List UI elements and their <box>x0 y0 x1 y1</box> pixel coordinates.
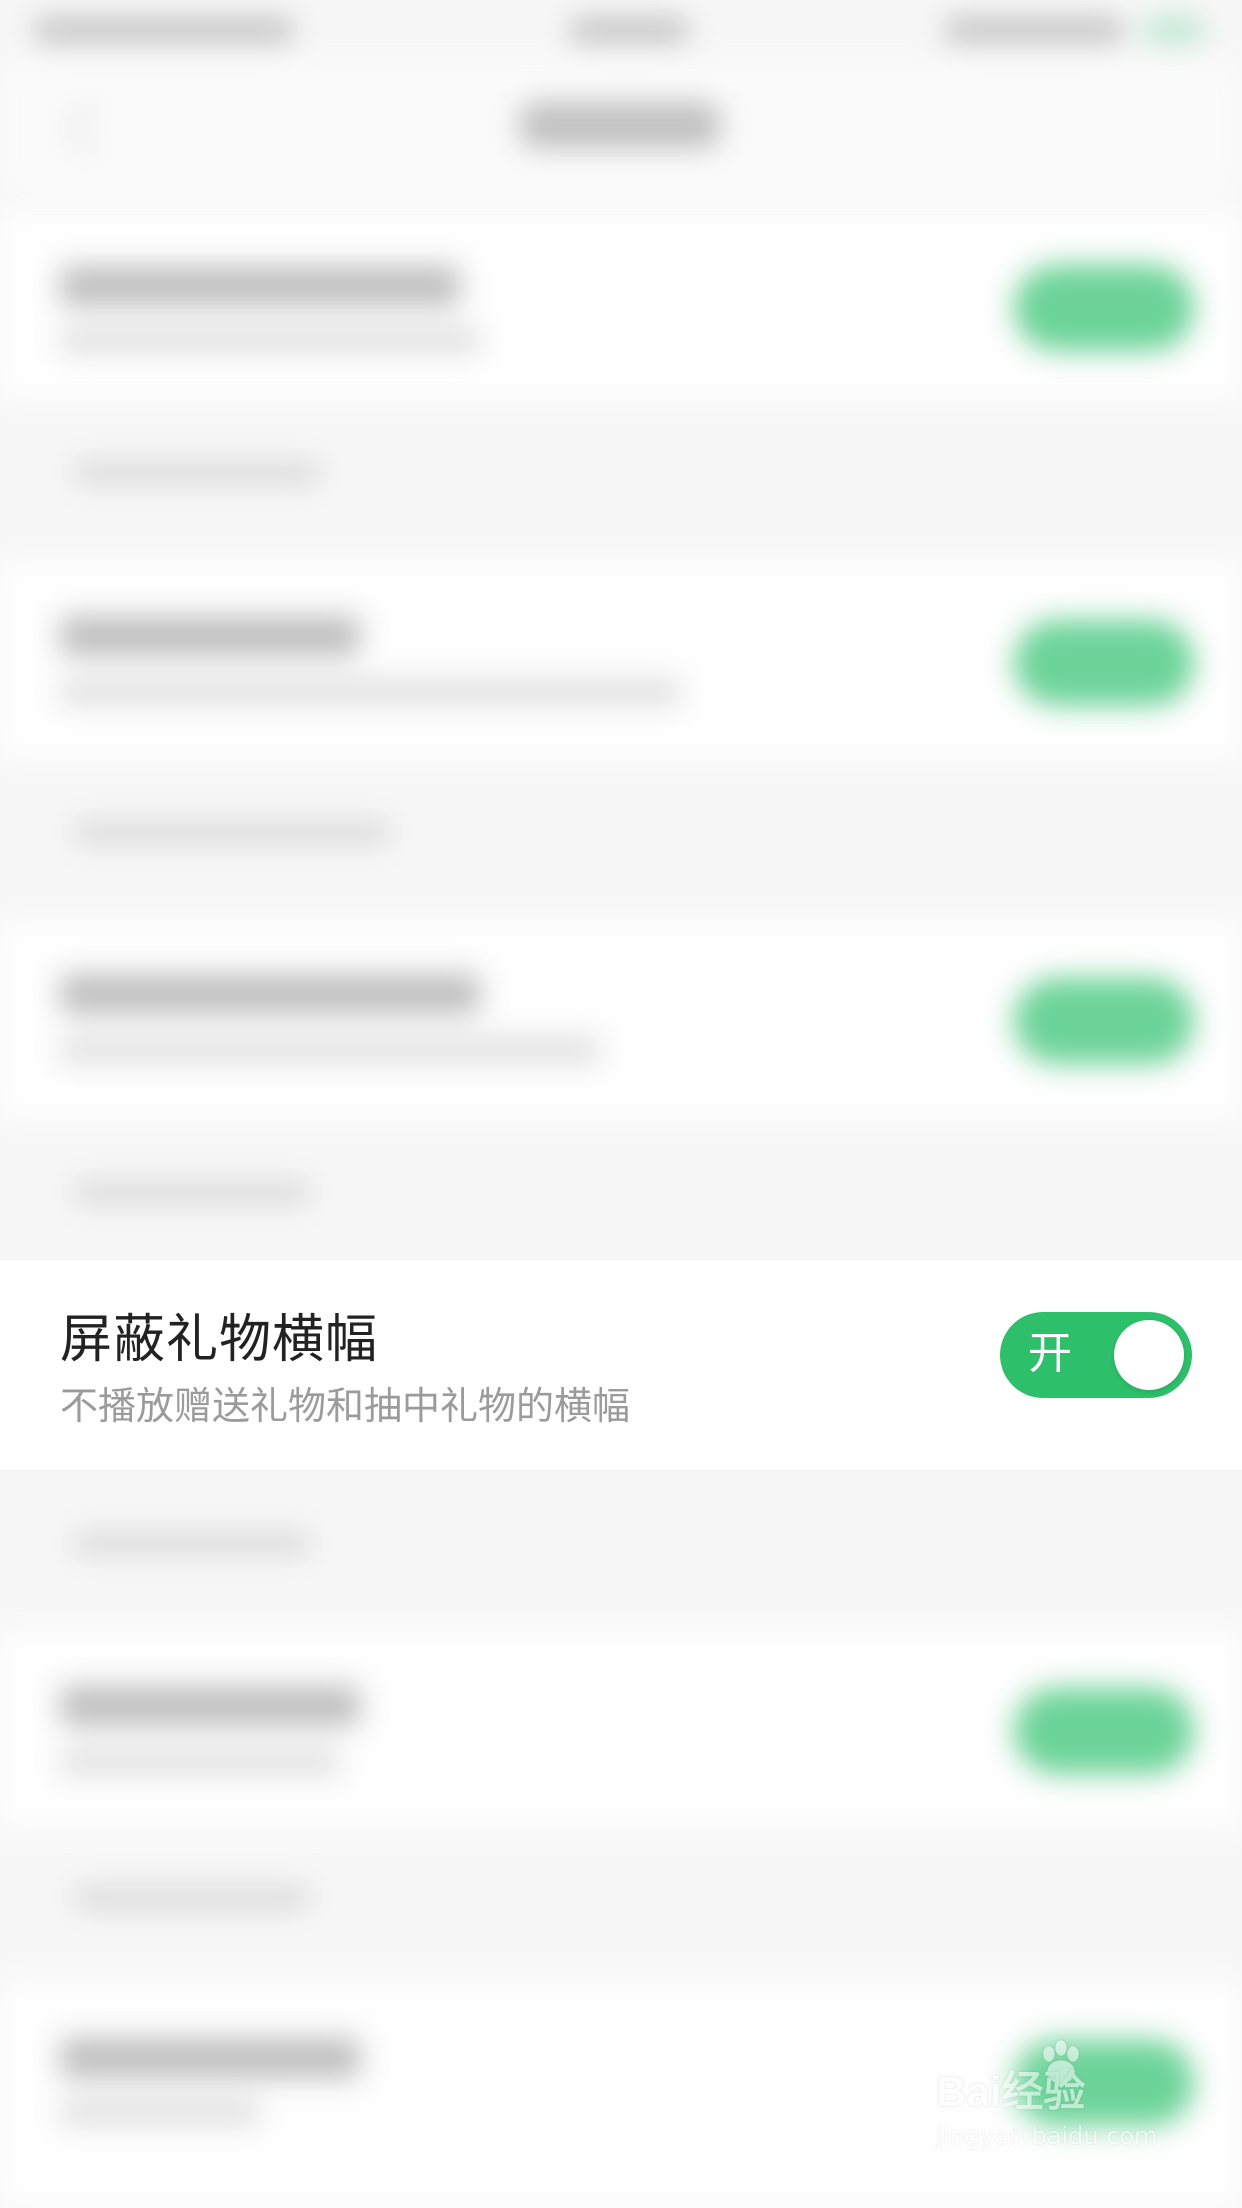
nav-title-placeholder <box>520 102 720 148</box>
setting-row-block-gift-banner[interactable]: 屏蔽礼物横幅 不播放赠送礼物和抽中礼物的横幅 开 <box>0 1260 1242 1470</box>
blurred-section-label <box>72 460 322 486</box>
toggle-on-label: 开 <box>1028 1328 1072 1379</box>
top-nav <box>0 62 1242 192</box>
baidu-jingyan-watermark: Bai经验 jingyan.baidu.com <box>936 2039 1176 2168</box>
blurred-setting-row <box>0 1630 1242 1830</box>
watermark-url: jingyan.baidu.com <box>936 2122 1158 2150</box>
setting-title: 屏蔽礼物横幅 <box>60 1310 379 1370</box>
block-gift-banner-toggle[interactable]: 开 <box>1000 1312 1192 1398</box>
blurred-background <box>0 0 1242 2208</box>
blurred-section-label <box>72 1180 312 1206</box>
blurred-setting-row <box>0 920 1242 1120</box>
blurred-section-label <box>72 1885 312 1911</box>
setting-description: 不播放赠送礼物和抽中礼物的横幅 <box>60 1384 631 1428</box>
status-bar <box>24 14 1218 48</box>
blurred-section-label <box>72 820 392 846</box>
toggle-knob <box>1114 1320 1184 1390</box>
screen: 屏蔽礼物横幅 不播放赠送礼物和抽中礼物的横幅 开 Bai经验 jingyan.b… <box>0 0 1242 2208</box>
blurred-section-label <box>72 1530 312 1556</box>
watermark-brand: Bai经验 <box>936 2068 1086 2115</box>
back-chevron-icon[interactable] <box>67 105 113 151</box>
blurred-setting-row <box>0 560 1242 760</box>
blurred-setting-row <box>0 210 1242 400</box>
